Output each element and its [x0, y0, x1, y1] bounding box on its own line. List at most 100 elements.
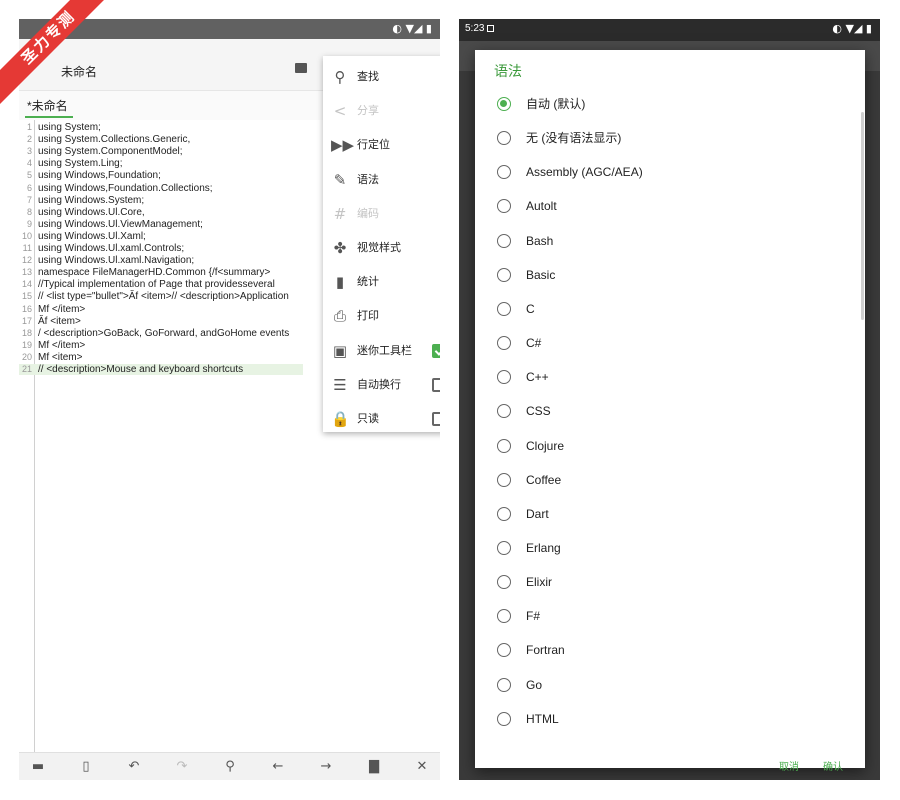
radio-button[interactable]	[497, 438, 511, 453]
menu-item-mini-toolbar[interactable]: ▣ 迷你工具栏	[323, 334, 440, 368]
syntax-option[interactable]: Assembly (AGC/AEA)	[475, 155, 857, 189]
code-text[interactable]: Mf <item>	[38, 352, 82, 363]
folder-icon[interactable]	[295, 63, 307, 73]
code-text[interactable]: namespace FileManagerHD.Common {/f<summa…	[38, 267, 270, 278]
code-text[interactable]: Mf </item>	[38, 304, 85, 315]
line-number: 7	[26, 194, 32, 205]
radio-button[interactable]	[497, 643, 511, 658]
syntax-option[interactable]: Erlang	[475, 531, 857, 565]
menu-item-label: 分享	[357, 105, 379, 118]
option-label: 无 (没有语法显示)	[526, 131, 622, 146]
menu-item-label: 查找	[357, 71, 379, 83]
cancel-button[interactable]: 取消	[779, 758, 799, 773]
code-text[interactable]: using Windows.Ul.ViewManagement;	[38, 219, 203, 230]
radio-button[interactable]	[497, 609, 511, 624]
syntax-option[interactable]: Coffee	[475, 463, 857, 497]
syntax-option[interactable]: Autolt	[475, 189, 857, 223]
radio-button[interactable]	[497, 301, 511, 316]
code-text[interactable]: using System.ComponentModel;	[38, 146, 183, 157]
syntax-option[interactable]: Elixir	[475, 565, 857, 599]
line-number: 2	[26, 134, 32, 145]
code-text[interactable]: using Windows.Ul.xaml.Navigation;	[38, 255, 194, 266]
menu-item-lock[interactable]: 🔒 只读	[323, 402, 440, 436]
menu-item-visual-style[interactable]: ✤ 视觉样式	[323, 231, 440, 265]
redo-icon[interactable]: ↷	[173, 759, 191, 775]
radio-button[interactable]	[497, 540, 511, 555]
menu-item-search[interactable]: ⚲ 查找	[323, 60, 440, 94]
open-folder-icon[interactable]: ▬	[29, 759, 47, 775]
radio-button[interactable]	[497, 165, 511, 180]
checkbox[interactable]	[432, 377, 440, 392]
syntax-option[interactable]: C++	[475, 360, 857, 394]
line-number: 15	[21, 291, 32, 302]
code-text[interactable]: using Windows.Ul.Xaml;	[38, 231, 146, 242]
syntax-option[interactable]: Basic	[475, 258, 857, 292]
overflow-menu: ⚲ 查找 < 分享 ▶▶ 行定位 ✎ 语法 # 编码 ✤ 视觉样式 ▮ 统计 ⎙ 打印 ▣ 迷你工具栏 ☰ 自动换行 🔒…	[323, 56, 440, 432]
code-text[interactable]: //Typical implementation of Page that pr…	[38, 279, 275, 290]
option-label: CSS	[526, 404, 551, 419]
code-text[interactable]: using System.Collections.Generic,	[38, 134, 190, 145]
radio-button[interactable]	[497, 370, 511, 385]
radio-button[interactable]	[497, 131, 511, 146]
code-text[interactable]: Mf </item>	[38, 340, 85, 351]
menu-item-goto-line[interactable]: ▶▶ 行定位	[323, 128, 440, 162]
undo-icon[interactable]: ↶	[125, 759, 143, 775]
share-icon: <	[333, 102, 347, 121]
syntax-option[interactable]: Clojure	[475, 429, 857, 463]
code-text[interactable]: // <list type="bullet">Ăf <item>// <desc…	[38, 291, 289, 302]
radio-button[interactable]	[497, 267, 511, 282]
code-line[interactable]: 21 // <description>Mouse and keyboard sho…	[19, 364, 303, 375]
syntax-option[interactable]: 自动 (默认)	[475, 87, 857, 121]
menu-item-print[interactable]: ⎙ 打印	[323, 299, 440, 333]
syntax-option[interactable]: C	[475, 292, 857, 326]
code-text[interactable]: / <description>GoBack, GoForward, andGoH…	[38, 328, 289, 339]
radio-button[interactable]	[497, 199, 511, 214]
arrow-right-icon[interactable]: →	[317, 759, 335, 775]
checkbox[interactable]	[432, 412, 440, 426]
menu-item-syntax[interactable]: ✎ 语法	[323, 163, 440, 197]
radio-button[interactable]	[497, 233, 511, 248]
close-icon[interactable]: ✕	[413, 759, 431, 775]
syntax-option[interactable]: Fortran	[475, 633, 857, 667]
new-file-icon[interactable]: ▯	[77, 759, 95, 775]
code-text[interactable]: using Windows.Ul.Core,	[38, 207, 145, 218]
arrow-left-icon[interactable]: ←	[269, 759, 287, 775]
radio-button[interactable]	[497, 575, 511, 590]
code-text[interactable]: using Windows.Ul.xaml.Controls;	[38, 243, 184, 254]
line-number: 3	[26, 146, 32, 157]
syntax-option[interactable]: Dart	[475, 497, 857, 531]
code-text[interactable]: using System.Ling;	[38, 158, 123, 169]
code-text[interactable]: // <description>Mouse and keyboard short…	[38, 364, 243, 375]
syntax-option[interactable]: F#	[475, 599, 857, 633]
code-text[interactable]: using Windows.System;	[38, 195, 144, 206]
radio-button[interactable]	[497, 711, 511, 726]
tab-untitled[interactable]: *未命名	[27, 97, 68, 114]
code-text[interactable]: using System;	[38, 122, 101, 133]
search-icon[interactable]: ⚲	[221, 759, 239, 775]
menu-item-word-wrap[interactable]: ☰ 自动换行	[323, 368, 440, 402]
syntax-option[interactable]: CSS	[475, 394, 857, 428]
dialog-scrollbar[interactable]	[861, 112, 864, 320]
status-icons: ◐ ▼◢ ▮	[392, 22, 432, 35]
radio-button[interactable]	[497, 472, 511, 487]
code-text[interactable]: using Windows,Foundation;	[38, 170, 161, 181]
syntax-option[interactable]: HTML	[475, 702, 857, 736]
radio-button[interactable]	[497, 404, 511, 419]
syntax-option[interactable]: Go	[475, 668, 857, 702]
save-icon[interactable]: ▇	[365, 759, 383, 775]
radio-button[interactable]	[497, 97, 511, 111]
option-label: Erlang	[526, 540, 561, 555]
syntax-option[interactable]: 无 (没有语法显示)	[475, 121, 857, 155]
confirm-button[interactable]: 确认	[823, 758, 843, 773]
option-label: C	[526, 301, 535, 316]
radio-button[interactable]	[497, 506, 511, 521]
code-text[interactable]: using Windows,Foundation.Collections;	[38, 183, 213, 194]
line-number: 19	[21, 339, 32, 350]
syntax-option[interactable]: C#	[475, 326, 857, 360]
syntax-option[interactable]: Bash	[475, 224, 857, 258]
radio-button[interactable]	[497, 336, 511, 351]
radio-button[interactable]	[497, 677, 511, 692]
checkbox[interactable]	[432, 343, 440, 358]
menu-item-statistics[interactable]: ▮ 统计	[323, 265, 440, 299]
code-text[interactable]: Ăf <item>	[38, 316, 81, 327]
